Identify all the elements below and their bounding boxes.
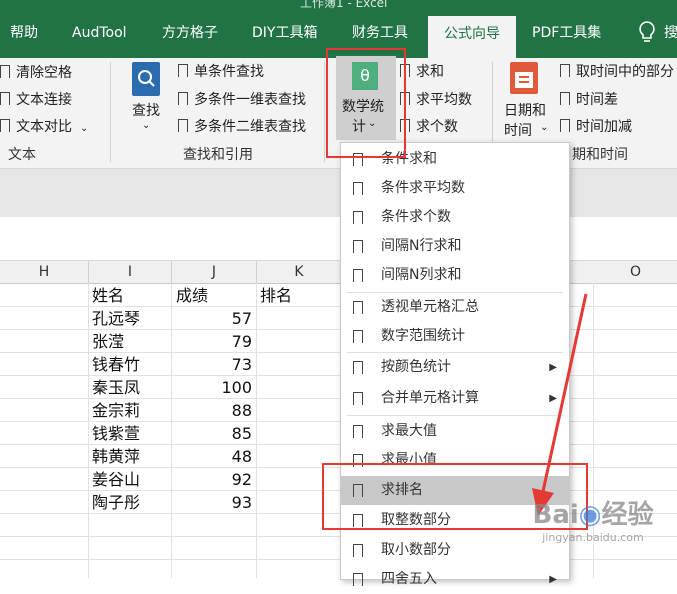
text-compare-button[interactable]: 文本对比 ⌄	[0, 116, 88, 136]
red-arrow-annotation	[532, 293, 588, 516]
bookmark-icon	[560, 119, 570, 132]
bookmark-icon	[353, 182, 363, 195]
bookmark-icon	[353, 361, 363, 374]
lookup-button[interactable]: 查找	[132, 100, 160, 120]
bookmark-icon	[353, 425, 363, 438]
date-time-button[interactable]: 日期和	[504, 100, 546, 120]
group-separator	[110, 62, 111, 162]
time-diff-button[interactable]: 时间差	[560, 89, 618, 109]
bookmark-icon	[353, 330, 363, 343]
lightbulb-icon[interactable]	[636, 20, 658, 44]
chevron-right-icon: ▶	[549, 574, 557, 585]
tab-pdf-tools[interactable]: PDF工具集	[532, 18, 601, 48]
search-icon[interactable]	[132, 62, 160, 96]
formula-bar-area	[0, 169, 677, 217]
column-header-i[interactable]: I	[89, 261, 172, 283]
bookmark-icon	[560, 92, 570, 105]
bookmark-icon	[178, 119, 188, 132]
menu-item-sum-every-n-columns[interactable]: 间隔N列求和	[341, 261, 569, 290]
multi-condition-2d-lookup-button[interactable]: 多条件二维表查找	[178, 116, 306, 136]
tab-help[interactable]: 帮助	[10, 18, 38, 48]
name-cell[interactable]: 陶子彤	[92, 492, 140, 514]
count-button[interactable]: 求个数	[400, 116, 458, 136]
bookmark-icon	[0, 92, 10, 105]
average-button[interactable]: 求平均数	[400, 89, 472, 109]
bookmark-icon	[353, 573, 363, 586]
bookmark-icon	[353, 544, 363, 557]
tab-finance-tools[interactable]: 财务工具	[352, 18, 408, 48]
bookmark-icon	[353, 392, 363, 405]
clear-spaces-button[interactable]: 清除空格	[0, 62, 72, 82]
chevron-down-icon: ⌄	[540, 122, 549, 133]
name-cell[interactable]: 张滢	[92, 331, 124, 353]
menu-item-sum-every-n-rows[interactable]: 间隔N行求和	[341, 232, 569, 261]
bookmark-icon	[353, 240, 363, 253]
score-cell[interactable]: 73	[172, 354, 252, 376]
column-header-h[interactable]: H	[0, 261, 89, 283]
bookmark-icon	[353, 301, 363, 314]
name-cell[interactable]: 韩黄萍	[92, 446, 140, 468]
group-label-lookup: 查找和引用	[183, 147, 253, 163]
score-cell[interactable]: 93	[172, 492, 252, 514]
chevron-down-icon: ⌄	[142, 120, 151, 131]
tab-search[interactable]: 搜	[664, 18, 677, 48]
tab-formula-wizard[interactable]: 公式向导	[428, 16, 516, 58]
name-cell[interactable]: 钱紫萱	[92, 423, 140, 445]
score-cell[interactable]: 57	[172, 308, 252, 330]
group-label-text: 文本	[8, 147, 36, 163]
group-label-date: 期和时间	[572, 147, 628, 163]
highlight-box-math-button	[326, 48, 406, 158]
menu-item-conditional-average[interactable]: 条件求平均数	[341, 174, 569, 203]
watermark-logo: Bai◉经验 jingyan.baidu.com	[532, 500, 654, 544]
name-cell[interactable]: 孔远琴	[92, 308, 140, 330]
column-header-o[interactable]: O	[594, 261, 677, 283]
menu-item-conditional-count[interactable]: 条件求个数	[341, 203, 569, 232]
name-cell[interactable]: 姜谷山	[92, 469, 140, 491]
bookmark-icon	[178, 64, 188, 77]
grid-line	[88, 283, 89, 578]
name-cell[interactable]: 金宗莉	[92, 400, 140, 422]
name-cell[interactable]: 钱春竹	[92, 354, 140, 376]
tab-audtool[interactable]: AudTool	[72, 18, 127, 48]
extract-time-part-button[interactable]: 取时间中的部分	[560, 61, 674, 81]
tab-diy-toolbox[interactable]: DIY工具箱	[252, 18, 317, 48]
name-cell[interactable]: 秦玉凤	[92, 377, 140, 399]
score-cell[interactable]: 100	[172, 377, 252, 399]
bookmark-icon	[353, 269, 363, 282]
menu-item-rounding[interactable]: 四舍五入 ▶	[341, 565, 569, 594]
time-add-button[interactable]: 时间加减	[560, 116, 632, 136]
bookmark-icon	[560, 64, 570, 77]
sheet-top-strip	[0, 218, 677, 261]
column-header-k[interactable]: K	[257, 261, 342, 283]
calendar-icon[interactable]	[510, 62, 538, 94]
single-condition-lookup-button[interactable]: 单条件查找	[178, 61, 264, 81]
multi-condition-1d-lookup-button[interactable]: 多条件一维表查找	[178, 89, 306, 109]
group-separator	[324, 62, 325, 162]
sum-button[interactable]: 求和	[400, 61, 444, 81]
bookmark-icon	[0, 65, 10, 78]
header-cell-rank[interactable]: 排名	[260, 285, 292, 307]
column-header-row: H I J K O	[0, 261, 677, 284]
header-cell-score[interactable]: 成绩	[176, 285, 208, 307]
score-cell[interactable]: 79	[172, 331, 252, 353]
header-cell-name[interactable]: 姓名	[92, 285, 124, 307]
score-cell[interactable]: 88	[172, 400, 252, 422]
text-join-button[interactable]: 文本连接	[0, 89, 72, 109]
bookmark-icon	[178, 92, 188, 105]
score-cell[interactable]: 85	[172, 423, 252, 445]
window-title: 工作簿1 - Excel	[300, 0, 388, 10]
score-cell[interactable]: 92	[172, 469, 252, 491]
score-cell[interactable]: 48	[172, 446, 252, 468]
column-header-j[interactable]: J	[172, 261, 257, 283]
chevron-down-icon: ⌄	[80, 123, 89, 134]
grid-line	[256, 283, 257, 578]
bookmark-icon	[353, 211, 363, 224]
tab-fangfang[interactable]: 方方格子	[162, 18, 218, 48]
bookmark-icon	[0, 119, 10, 132]
